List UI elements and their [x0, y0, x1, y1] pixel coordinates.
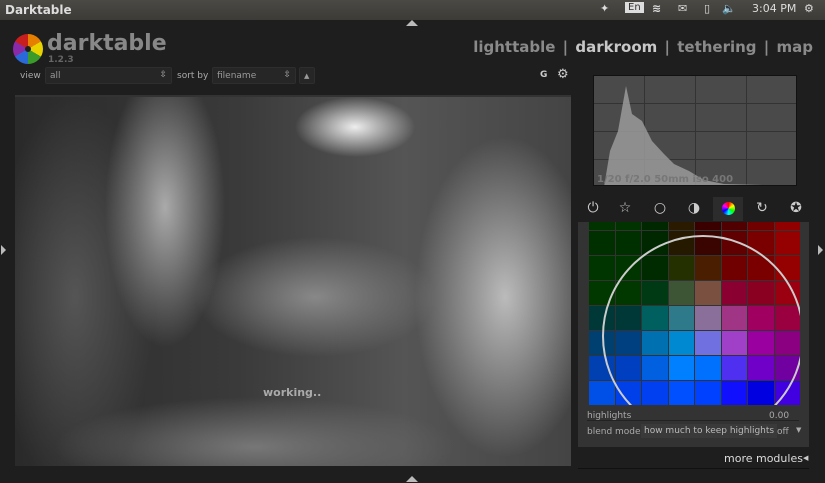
- wifi-icon[interactable]: ≋: [652, 2, 661, 15]
- collapse-top-arrow[interactable]: [406, 20, 418, 26]
- clock[interactable]: 3:04 PM: [752, 2, 796, 15]
- histogram[interactable]: [593, 75, 797, 186]
- spinner-icon: ⇳: [159, 70, 167, 80]
- divider: [578, 468, 809, 469]
- app-version: 1.2.3: [48, 55, 74, 65]
- highlights-slider[interactable]: [587, 420, 799, 421]
- wheel-clip: [578, 222, 800, 405]
- power-gear-icon[interactable]: ⚙: [804, 2, 814, 15]
- dropbox-icon[interactable]: ✦: [600, 2, 609, 15]
- window-titlebar: Darktable ✦ En ≋ ✉ ▯ 🔈 3:04 PM ⚙: [0, 0, 825, 20]
- spinner-icon: ⇳: [283, 70, 291, 80]
- blend-mode-combo[interactable]: off: [777, 427, 789, 437]
- tooltip: how much to keep highlights: [641, 424, 778, 438]
- view-filter-label: view: [20, 71, 41, 81]
- module-group-favorites-icon[interactable]: ☆: [610, 197, 640, 221]
- separator: |: [763, 38, 770, 56]
- dropdown-arrow-icon[interactable]: ▼: [796, 426, 801, 434]
- module-group-power-icon[interactable]: ⏻: [578, 197, 608, 221]
- volume-icon[interactable]: 🔈: [722, 2, 736, 15]
- view-lighttable[interactable]: lighttable: [473, 38, 555, 56]
- view-map[interactable]: map: [777, 38, 814, 56]
- exif-info: 1/20 f/2.0 50mm iso 400: [597, 174, 734, 185]
- sort-order-button[interactable]: ▲: [299, 67, 315, 84]
- collapse-left-arrow[interactable]: [1, 245, 6, 255]
- histogram-curve: [604, 86, 764, 185]
- more-modules-button[interactable]: more modules: [724, 452, 803, 465]
- blend-mode-label: blend mode: [587, 427, 641, 437]
- mouse-battery-icon[interactable]: ▯: [704, 2, 710, 15]
- module-group-tone-icon[interactable]: ◑: [679, 197, 709, 221]
- view-darkroom[interactable]: darkroom: [575, 38, 657, 56]
- image-canvas[interactable]: [15, 95, 571, 466]
- mail-icon[interactable]: ✉: [678, 2, 687, 15]
- keyboard-layout-indicator[interactable]: En: [625, 2, 644, 13]
- sort-value: filename: [217, 71, 257, 81]
- collapse-right-arrow[interactable]: [818, 245, 823, 255]
- processing-status: working..: [263, 386, 322, 399]
- window-title: Darktable: [5, 3, 72, 17]
- sort-combo[interactable]: filename ⇳: [212, 67, 296, 84]
- sort-label: sort by: [177, 71, 209, 81]
- module-group-basic-icon[interactable]: ○: [645, 197, 675, 221]
- preferences-gear-icon[interactable]: ⚙: [557, 67, 569, 82]
- module-group-effect-icon[interactable]: ✪: [781, 197, 811, 221]
- view-switcher: lighttable | darkroom | tethering | map: [473, 38, 813, 56]
- module-group-correct-icon[interactable]: ↻: [747, 197, 777, 221]
- color-wheel-icon: [722, 202, 735, 215]
- collapse-bottom-arrow[interactable]: [406, 476, 418, 482]
- separator: |: [562, 38, 569, 56]
- separator: |: [664, 38, 670, 56]
- view-tethering[interactable]: tethering: [677, 38, 756, 56]
- app-name: darktable: [47, 31, 167, 56]
- expand-arrow-icon[interactable]: ◀: [803, 454, 808, 462]
- darktable-logo: [13, 34, 43, 64]
- grouping-button[interactable]: G: [540, 70, 547, 80]
- view-filter-combo[interactable]: all ⇳: [45, 67, 172, 84]
- color-wheel-circle[interactable]: [602, 235, 800, 405]
- view-filter-value: all: [50, 71, 61, 81]
- module-group-color-icon[interactable]: ●: [713, 197, 743, 221]
